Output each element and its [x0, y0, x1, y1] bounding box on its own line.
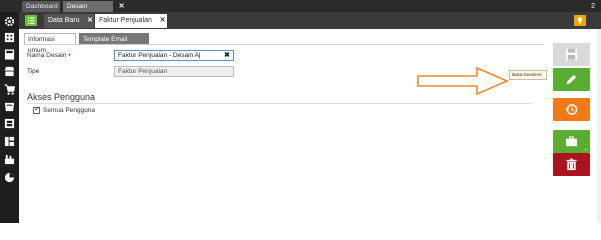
tipe-field: Faktur Penjualan [114, 66, 234, 77]
store-icon[interactable] [4, 66, 15, 77]
required-mark: • [68, 52, 71, 59]
floppy-icon [565, 48, 578, 61]
cart-icon[interactable] [4, 84, 15, 95]
notification-count[interactable]: 2 [591, 1, 595, 12]
close-data-baru-button[interactable]: ✕ [86, 14, 94, 28]
history-button[interactable] [553, 98, 590, 121]
factory-icon[interactable] [4, 154, 15, 165]
calculator-icon[interactable] [4, 49, 15, 60]
lightbulb-icon [577, 17, 583, 24]
list-menu-button[interactable] [25, 15, 37, 26]
close-tab-button[interactable]: ✕ [115, 1, 128, 12]
divider [27, 103, 532, 104]
scrollbar[interactable] [597, 29, 601, 223]
database-icon[interactable] [4, 101, 15, 112]
delete-button[interactable] [553, 153, 590, 176]
nama-desain-label: Nama Desain • [27, 52, 71, 59]
trash-icon [566, 158, 577, 171]
building-icon[interactable] [4, 32, 15, 43]
pie-chart-icon[interactable] [4, 172, 15, 183]
lightbulb-button[interactable] [574, 15, 586, 26]
history-icon [565, 104, 578, 115]
safe-icon[interactable] [4, 118, 15, 129]
chevron-down-icon: ⌄ [583, 146, 588, 152]
tab-desain-cetakan[interactable]: Desain Cetakan [63, 1, 113, 21]
briefcase-button[interactable]: ⌄ [553, 130, 590, 153]
section-title: Akses Pengguna [27, 92, 96, 102]
save-button[interactable] [553, 43, 590, 66]
nama-desain-input[interactable]: Faktur Penjualan - Desain A| [114, 50, 234, 61]
book-icon[interactable] [4, 136, 15, 147]
divider [24, 44, 544, 45]
tooltip: Buka Desainer [509, 70, 547, 80]
tab-informasi-umum[interactable]: Informasi umum [24, 33, 76, 54]
form-content [19, 29, 549, 223]
semua-pengguna-checkbox[interactable] [33, 105, 40, 114]
gear-icon[interactable] [4, 16, 15, 27]
briefcase-icon [565, 136, 578, 147]
tab-dashboard[interactable]: Dashboard [22, 1, 60, 12]
tab-data-baru[interactable]: Data Baru [44, 14, 86, 28]
sidebar [0, 12, 19, 223]
pencil-icon [566, 74, 577, 85]
list-icon [28, 17, 35, 24]
semua-pengguna-label: Semua Pengguna [43, 107, 96, 114]
tipe-label: Tipe [27, 68, 40, 75]
tab-template-email[interactable]: Template Email Transaksi [79, 33, 149, 54]
clear-input-button[interactable]: ✖ [224, 51, 230, 59]
tab-faktur-penjualan[interactable]: Faktur Penjualan ... [95, 14, 158, 38]
open-designer-button[interactable] [553, 68, 590, 91]
arrow-icon [417, 66, 510, 98]
close-faktur-button[interactable]: ✕ [158, 14, 167, 28]
